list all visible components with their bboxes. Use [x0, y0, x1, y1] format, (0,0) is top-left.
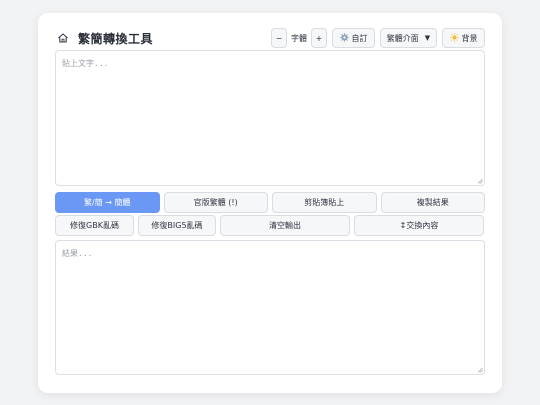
sun-icon — [449, 32, 459, 44]
font-increase-button[interactable]: + — [311, 28, 327, 48]
page-title: 繁簡轉換工具 — [78, 31, 154, 46]
font-size-control: − 字體 + — [271, 28, 327, 48]
toolbar: − 字體 + 自訂 繁體介面 ▼ 背景 — [271, 28, 485, 48]
convert-button[interactable]: 繁/簡 → 簡體 — [55, 192, 160, 213]
background-button[interactable]: 背景 — [442, 28, 485, 48]
input-placeholder: 貼上文字... — [62, 59, 109, 68]
converter-panel: 繁簡轉換工具 − 字體 + 自訂 繁體介面 ▼ 背景 貼上文字... 繁/簡 →… — [38, 13, 502, 393]
copy-result-button[interactable]: 複製結果 — [380, 192, 485, 213]
home-icon[interactable] — [56, 31, 70, 45]
font-size-label: 字體 — [291, 33, 307, 43]
fix-big5-button[interactable]: 修復BIG5亂碼 — [138, 215, 216, 236]
output-textarea[interactable]: 結果... — [55, 240, 485, 375]
gear-icon — [339, 32, 349, 44]
chevron-down-icon: ▼ — [424, 34, 431, 42]
input-textarea[interactable]: 貼上文字... — [55, 50, 485, 186]
ui-language-select[interactable]: 繁體介面 ▼ — [380, 28, 437, 48]
paste-button[interactable]: 剪貼簿貼上 — [272, 192, 377, 213]
font-decrease-button[interactable]: − — [271, 28, 287, 48]
official-traditional-button[interactable]: 官版繁體 (!) — [163, 192, 268, 213]
action-row-primary: 繁/簡 → 簡體 官版繁體 (!) 剪貼簿貼上 複製結果 — [55, 192, 485, 213]
custom-button-label: 自訂 — [351, 33, 368, 43]
clear-output-button[interactable]: 清空輸出 — [220, 215, 350, 236]
action-row-secondary: 修復GBK亂碼 修復BIG5亂碼 清空輸出 ↕交換內容 — [55, 215, 485, 236]
resize-handle-icon[interactable] — [477, 178, 483, 184]
output-placeholder: 結果... — [62, 249, 93, 258]
fix-gbk-button[interactable]: 修復GBK亂碼 — [55, 215, 134, 236]
resize-handle-icon[interactable] — [477, 367, 483, 373]
ui-language-label: 繁體介面 — [386, 33, 419, 43]
background-button-label: 背景 — [461, 33, 478, 43]
swap-content-button[interactable]: ↕交換內容 — [354, 215, 484, 236]
header-bar: 繁簡轉換工具 − 字體 + 自訂 繁體介面 ▼ 背景 — [56, 27, 485, 49]
custom-button[interactable]: 自訂 — [332, 28, 375, 48]
